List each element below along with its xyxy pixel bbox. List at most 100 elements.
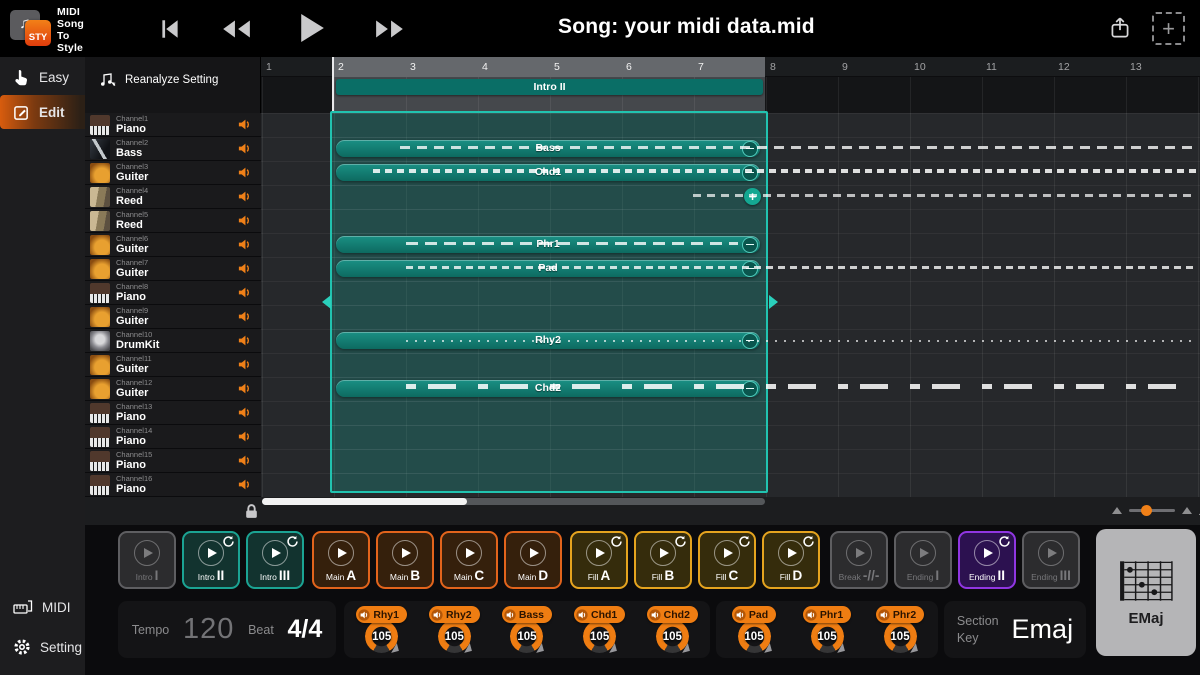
channel-speaker-button[interactable] <box>237 141 253 157</box>
section-key-value[interactable]: Emaj <box>1012 614 1074 645</box>
channel-speaker-button[interactable] <box>237 309 253 325</box>
channel-speaker-button[interactable] <box>237 429 253 445</box>
channel-speaker-button[interactable] <box>237 189 253 205</box>
channel-row[interactable]: Channel12Guiter <box>85 377 261 401</box>
sidebar-item-midi[interactable]: MIDI <box>0 590 85 624</box>
style-button-main-b[interactable]: MainB <box>376 531 434 589</box>
style-button-main-c[interactable]: MainC <box>440 531 498 589</box>
share-button[interactable] <box>1108 15 1132 44</box>
part-mute-pill[interactable]: Rhy1 <box>356 606 407 623</box>
channel-row[interactable]: Channel13Piano <box>85 401 261 425</box>
add-button[interactable]: + <box>1152 12 1185 45</box>
style-button-fill-c[interactable]: FillC <box>698 531 756 589</box>
sidebar-item-easy[interactable]: Easy <box>0 60 85 94</box>
play-button[interactable] <box>298 11 326 48</box>
style-button-ending-iii[interactable]: EndingIII <box>1022 531 1080 589</box>
track-band-phr1[interactable]: Phr1 <box>336 236 760 253</box>
lock-icon[interactable] <box>243 503 260 520</box>
volume-knob[interactable]: 105 <box>656 620 689 653</box>
beat-value[interactable]: 4/4 <box>288 615 323 644</box>
channel-row[interactable]: Channel1Piano <box>85 113 261 137</box>
channel-speaker-button[interactable] <box>237 405 253 421</box>
volume-knob[interactable]: 105 <box>738 620 771 653</box>
channel-speaker-button[interactable] <box>237 165 253 181</box>
channel-speaker-button[interactable] <box>237 477 253 493</box>
channel-row[interactable]: Channel16Piano <box>85 473 261 497</box>
volume-knob[interactable]: 105 <box>811 620 844 653</box>
track-band-bass[interactable]: Bass <box>336 140 760 157</box>
remove-track-button[interactable] <box>742 237 758 253</box>
channel-row[interactable]: Channel4Reed <box>85 185 261 209</box>
part-mute-pill[interactable]: Pad <box>732 606 776 623</box>
volume-knob[interactable]: 105 <box>438 620 471 653</box>
channel-speaker-button[interactable] <box>237 453 253 469</box>
part-mute-pill[interactable]: Rhy2 <box>429 606 480 623</box>
style-button-intro-iii[interactable]: IntroIII <box>246 531 304 589</box>
channel-speaker-button[interactable] <box>237 261 253 277</box>
skip-to-start-button[interactable] <box>158 17 182 44</box>
track-band-chd2[interactable]: Chd2 <box>336 380 760 397</box>
remove-track-button[interactable] <box>742 165 758 181</box>
channel-row[interactable]: Channel15Piano <box>85 449 261 473</box>
channel-speaker-button[interactable] <box>237 381 253 397</box>
track-band-pad[interactable]: Pad <box>336 260 760 277</box>
part-mute-pill[interactable]: Chd2 <box>647 606 698 623</box>
horizontal-scrollbar-thumb[interactable] <box>262 498 467 505</box>
channel-row[interactable]: Channel2Bass <box>85 137 261 161</box>
style-button-fill-a[interactable]: FillA <box>570 531 628 589</box>
style-button-fill-b[interactable]: FillB <box>634 531 692 589</box>
channel-speaker-button[interactable] <box>237 213 253 229</box>
part-mute-pill[interactable]: Chd1 <box>574 606 625 623</box>
channel-row[interactable]: Channel10DrumKit <box>85 329 261 353</box>
channel-row[interactable]: Channel5Reed <box>85 209 261 233</box>
style-button-fill-d[interactable]: FillD <box>762 531 820 589</box>
style-button-intro-ii[interactable]: IntroII <box>182 531 240 589</box>
channel-row[interactable]: Channel11Guiter <box>85 353 261 377</box>
rewind-button[interactable] <box>220 17 252 44</box>
section-banner[interactable]: Intro II <box>336 79 763 95</box>
channel-speaker-button[interactable] <box>237 333 253 349</box>
fast-forward-button[interactable] <box>374 17 406 44</box>
sidebar-item-setting[interactable]: Setting <box>0 630 85 664</box>
remove-track-button[interactable] <box>742 261 758 277</box>
tempo-value[interactable]: 120 <box>183 613 234 646</box>
volume-knob[interactable]: 105 <box>365 620 398 653</box>
part-mute-pill[interactable]: Phr2 <box>876 606 924 623</box>
remove-track-button[interactable] <box>742 141 758 157</box>
style-button-ending-ii[interactable]: EndingII <box>958 531 1016 589</box>
channel-speaker-button[interactable] <box>237 117 253 133</box>
channel-row[interactable]: Channel9Guiter <box>85 305 261 329</box>
reanalyze-setting-button[interactable]: Reanalyze Setting <box>99 72 218 88</box>
zoom-slider[interactable] <box>1129 509 1175 512</box>
channel-speaker-button[interactable] <box>237 237 253 253</box>
zoom-out-icon[interactable] <box>1112 507 1122 514</box>
track-band-rhy2[interactable]: Rhy2 <box>336 332 760 349</box>
channel-row[interactable]: Channel8Piano <box>85 281 261 305</box>
channel-speaker-button[interactable] <box>237 285 253 301</box>
add-track-button[interactable]: + <box>744 188 761 205</box>
style-button-ending-i[interactable]: EndingI <box>894 531 952 589</box>
part-mute-pill[interactable]: Bass <box>502 606 552 623</box>
zoom-slider-knob[interactable] <box>1141 505 1152 516</box>
selection-right-handle[interactable] <box>769 295 778 309</box>
style-button-break-[interactable]: Break-//- <box>830 531 888 589</box>
style-button-intro-i[interactable]: IntroI <box>118 531 176 589</box>
channel-speaker-button[interactable] <box>237 357 253 373</box>
style-button-main-d[interactable]: MainD <box>504 531 562 589</box>
remove-track-button[interactable] <box>742 381 758 397</box>
channel-row[interactable]: Channel6Guiter <box>85 233 261 257</box>
part-mute-pill[interactable]: Phr1 <box>803 606 851 623</box>
timeline[interactable]: Intro II BassChd1Phr1PadRhy2Chd2 + 12345… <box>261 57 1200 497</box>
volume-knob[interactable]: 105 <box>583 620 616 653</box>
channel-row[interactable]: Channel7Guiter <box>85 257 261 281</box>
selection-left-handle[interactable] <box>322 295 331 309</box>
channel-row[interactable]: Channel14Piano <box>85 425 261 449</box>
remove-track-button[interactable] <box>742 333 758 349</box>
channel-row[interactable]: Channel3Guiter <box>85 161 261 185</box>
zoom-in-icon[interactable] <box>1182 507 1192 514</box>
track-band-chd1[interactable]: Chd1 <box>336 164 760 181</box>
sidebar-item-edit[interactable]: Edit <box>0 95 85 129</box>
style-button-main-a[interactable]: MainA <box>312 531 370 589</box>
volume-knob[interactable]: 105 <box>510 620 543 653</box>
volume-knob[interactable]: 105 <box>884 620 917 653</box>
